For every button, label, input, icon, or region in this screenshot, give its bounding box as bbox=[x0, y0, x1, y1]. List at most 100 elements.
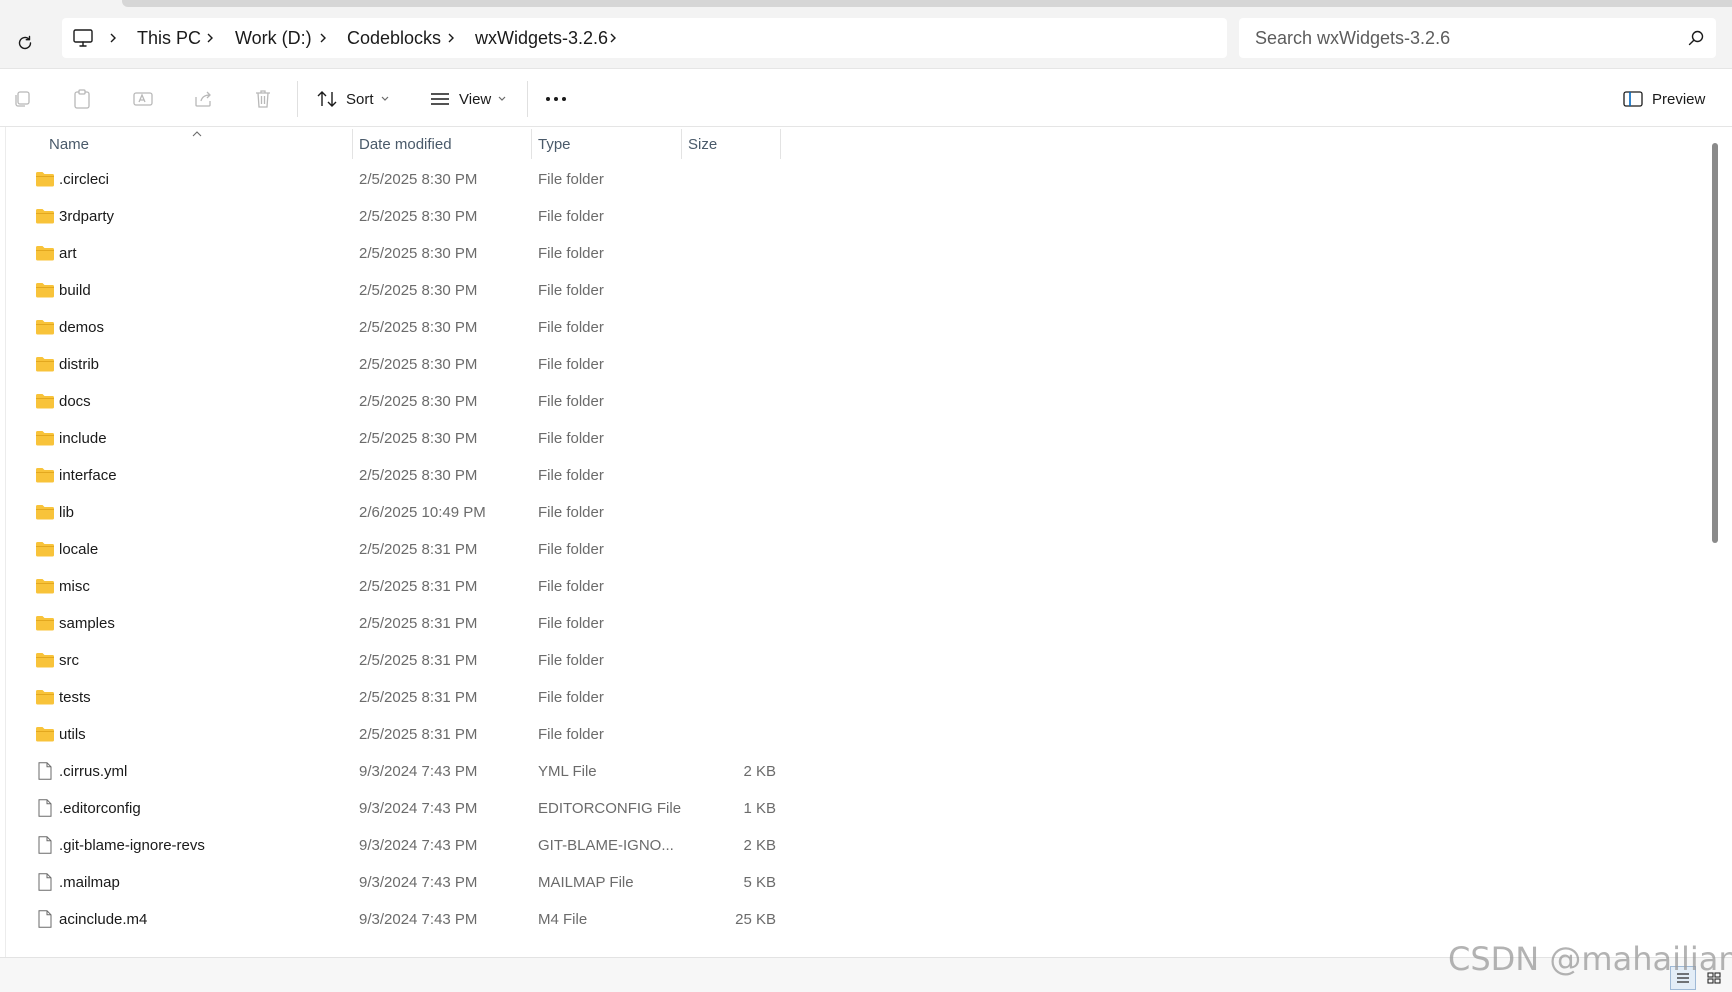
breadcrumb-separator-icon[interactable] bbox=[318, 18, 328, 58]
column-header-name[interactable]: Name bbox=[49, 127, 89, 161]
file-row[interactable]: lib 2/6/2025 10:49 PM File folder bbox=[6, 494, 1706, 531]
search-icon bbox=[1688, 30, 1704, 46]
breadcrumb-separator-icon[interactable] bbox=[108, 18, 118, 58]
file-row[interactable]: locale 2/5/2025 8:31 PM File folder bbox=[6, 531, 1706, 568]
file-type: File folder bbox=[538, 652, 604, 669]
file-row[interactable]: build 2/5/2025 8:30 PM File folder bbox=[6, 272, 1706, 309]
file-icon bbox=[38, 836, 52, 854]
vertical-scrollbar[interactable] bbox=[1712, 143, 1718, 543]
file-date-modified: 9/3/2024 7:43 PM bbox=[359, 837, 478, 854]
command-bar: Sort View Preview bbox=[0, 68, 1732, 127]
column-header-size[interactable]: Size bbox=[688, 127, 717, 161]
preview-pane-button[interactable]: Preview bbox=[1622, 81, 1705, 117]
file-type: File folder bbox=[538, 504, 604, 521]
address-row: This PC Work (D:) Codeblocks wxWidgets-3… bbox=[0, 10, 1732, 68]
file-row[interactable]: docs 2/5/2025 8:30 PM File folder bbox=[6, 383, 1706, 420]
this-pc-location-button[interactable] bbox=[72, 18, 94, 58]
breadcrumb-item-wxwidgets[interactable]: wxWidgets-3.2.6 bbox=[475, 18, 608, 58]
file-size: 2 KB bbox=[743, 763, 776, 780]
file-row[interactable]: .mailmap 9/3/2024 7:43 PM MAILMAP File 5 KB bbox=[6, 864, 1706, 901]
file-size bbox=[686, 642, 776, 679]
breadcrumb-separator-icon[interactable] bbox=[205, 18, 215, 58]
file-size bbox=[686, 235, 776, 272]
copy-button[interactable] bbox=[10, 87, 34, 111]
file-name: .circleci bbox=[59, 171, 110, 188]
file-date-modified: 2/5/2025 8:31 PM bbox=[359, 541, 478, 558]
file-icon bbox=[38, 873, 52, 891]
file-row[interactable]: .editorconfig 9/3/2024 7:43 PM EDITORCONFI… bbox=[6, 790, 1706, 827]
file-name: include bbox=[59, 430, 107, 447]
toolbar-divider bbox=[527, 81, 528, 117]
file-name: interface bbox=[59, 467, 117, 484]
file-name: .mailmap bbox=[59, 874, 120, 891]
share-button[interactable] bbox=[191, 87, 215, 111]
file-date-modified: 9/3/2024 7:43 PM bbox=[359, 874, 478, 891]
file-type: File folder bbox=[538, 726, 604, 743]
column-divider[interactable] bbox=[681, 129, 682, 159]
file-type: File folder bbox=[538, 430, 604, 447]
file-icon bbox=[38, 762, 52, 780]
file-type: GIT-BLAME-IGNO... bbox=[538, 837, 674, 854]
folder-icon bbox=[36, 172, 54, 187]
file-size bbox=[686, 568, 776, 605]
column-divider[interactable] bbox=[780, 129, 781, 159]
file-date-modified: 9/3/2024 7:43 PM bbox=[359, 763, 478, 780]
folder-icon bbox=[36, 690, 54, 705]
breadcrumb-separator-icon[interactable] bbox=[446, 18, 456, 58]
file-row[interactable]: samples 2/5/2025 8:31 PM File folder bbox=[6, 605, 1706, 642]
breadcrumb-item-this-pc[interactable]: This PC bbox=[137, 18, 201, 58]
file-row[interactable]: interface 2/5/2025 8:30 PM File folder bbox=[6, 457, 1706, 494]
file-row[interactable]: acinclude.m4 9/3/2024 7:43 PM M4 File 25 KB bbox=[6, 901, 1706, 938]
file-icon bbox=[38, 910, 52, 928]
more-options-button[interactable] bbox=[540, 81, 572, 117]
column-header-type[interactable]: Type bbox=[538, 127, 571, 161]
refresh-icon bbox=[18, 35, 32, 50]
file-row[interactable]: .cirrus.yml 9/3/2024 7:43 PM YML File 2 KB bbox=[6, 753, 1706, 790]
file-type: MAILMAP File bbox=[538, 874, 634, 891]
folder-icon bbox=[36, 468, 54, 483]
file-type: File folder bbox=[538, 319, 604, 336]
file-name: tests bbox=[59, 689, 91, 706]
file-type: EDITORCONFIG File bbox=[538, 800, 682, 817]
file-row[interactable]: .circleci 2/5/2025 8:30 PM File folder bbox=[6, 161, 1706, 198]
breadcrumb-item-work-drive[interactable]: Work (D:) bbox=[235, 18, 312, 58]
file-row[interactable]: art 2/5/2025 8:30 PM File folder bbox=[6, 235, 1706, 272]
file-name: build bbox=[59, 282, 91, 299]
search-input[interactable]: Search wxWidgets-3.2.6 bbox=[1239, 18, 1716, 58]
column-divider[interactable] bbox=[352, 129, 353, 159]
breadcrumb-item-codeblocks[interactable]: Codeblocks bbox=[347, 18, 441, 58]
file-size: 2 KB bbox=[743, 837, 776, 854]
file-row[interactable]: demos 2/5/2025 8:30 PM File folder bbox=[6, 309, 1706, 346]
file-row[interactable]: tests 2/5/2025 8:31 PM File folder bbox=[6, 679, 1706, 716]
column-divider[interactable] bbox=[531, 129, 532, 159]
file-type: File folder bbox=[538, 689, 604, 706]
sort-button[interactable]: Sort bbox=[316, 81, 390, 117]
rename-button[interactable] bbox=[131, 87, 155, 111]
folder-icon bbox=[36, 579, 54, 594]
file-size bbox=[686, 309, 776, 346]
file-row[interactable]: src 2/5/2025 8:31 PM File folder bbox=[6, 642, 1706, 679]
file-type: M4 File bbox=[538, 911, 588, 928]
search-placeholder: Search wxWidgets-3.2.6 bbox=[1255, 27, 1451, 48]
refresh-button[interactable] bbox=[10, 28, 40, 58]
file-date-modified: 2/5/2025 8:30 PM bbox=[359, 282, 478, 299]
paste-button[interactable] bbox=[70, 87, 94, 111]
file-row[interactable]: misc 2/5/2025 8:31 PM File folder bbox=[6, 568, 1706, 605]
file-size bbox=[686, 198, 776, 235]
file-row[interactable]: 3rdparty 2/5/2025 8:30 PM File folder bbox=[6, 198, 1706, 235]
file-date-modified: 2/5/2025 8:30 PM bbox=[359, 171, 478, 188]
file-name: samples bbox=[59, 615, 115, 632]
view-button[interactable]: View bbox=[429, 81, 507, 117]
file-row[interactable]: utils 2/5/2025 8:31 PM File folder bbox=[6, 716, 1706, 753]
file-row[interactable]: .git-blame-ignore-revs 9/3/2024 7:43 PM GI… bbox=[6, 827, 1706, 864]
delete-button[interactable] bbox=[251, 87, 275, 111]
breadcrumb-separator-icon[interactable] bbox=[608, 18, 618, 58]
breadcrumb[interactable]: This PC Work (D:) Codeblocks wxWidgets-3… bbox=[62, 18, 1227, 58]
column-header-date-modified[interactable]: Date modified bbox=[359, 127, 452, 161]
rename-icon bbox=[133, 92, 153, 106]
file-row[interactable]: distrib 2/5/2025 8:30 PM File folder bbox=[6, 346, 1706, 383]
file-row[interactable]: include 2/5/2025 8:30 PM File folder bbox=[6, 420, 1706, 457]
file-size bbox=[686, 161, 776, 198]
file-name: utils bbox=[59, 726, 86, 743]
file-name: .git-blame-ignore-revs bbox=[59, 837, 205, 854]
